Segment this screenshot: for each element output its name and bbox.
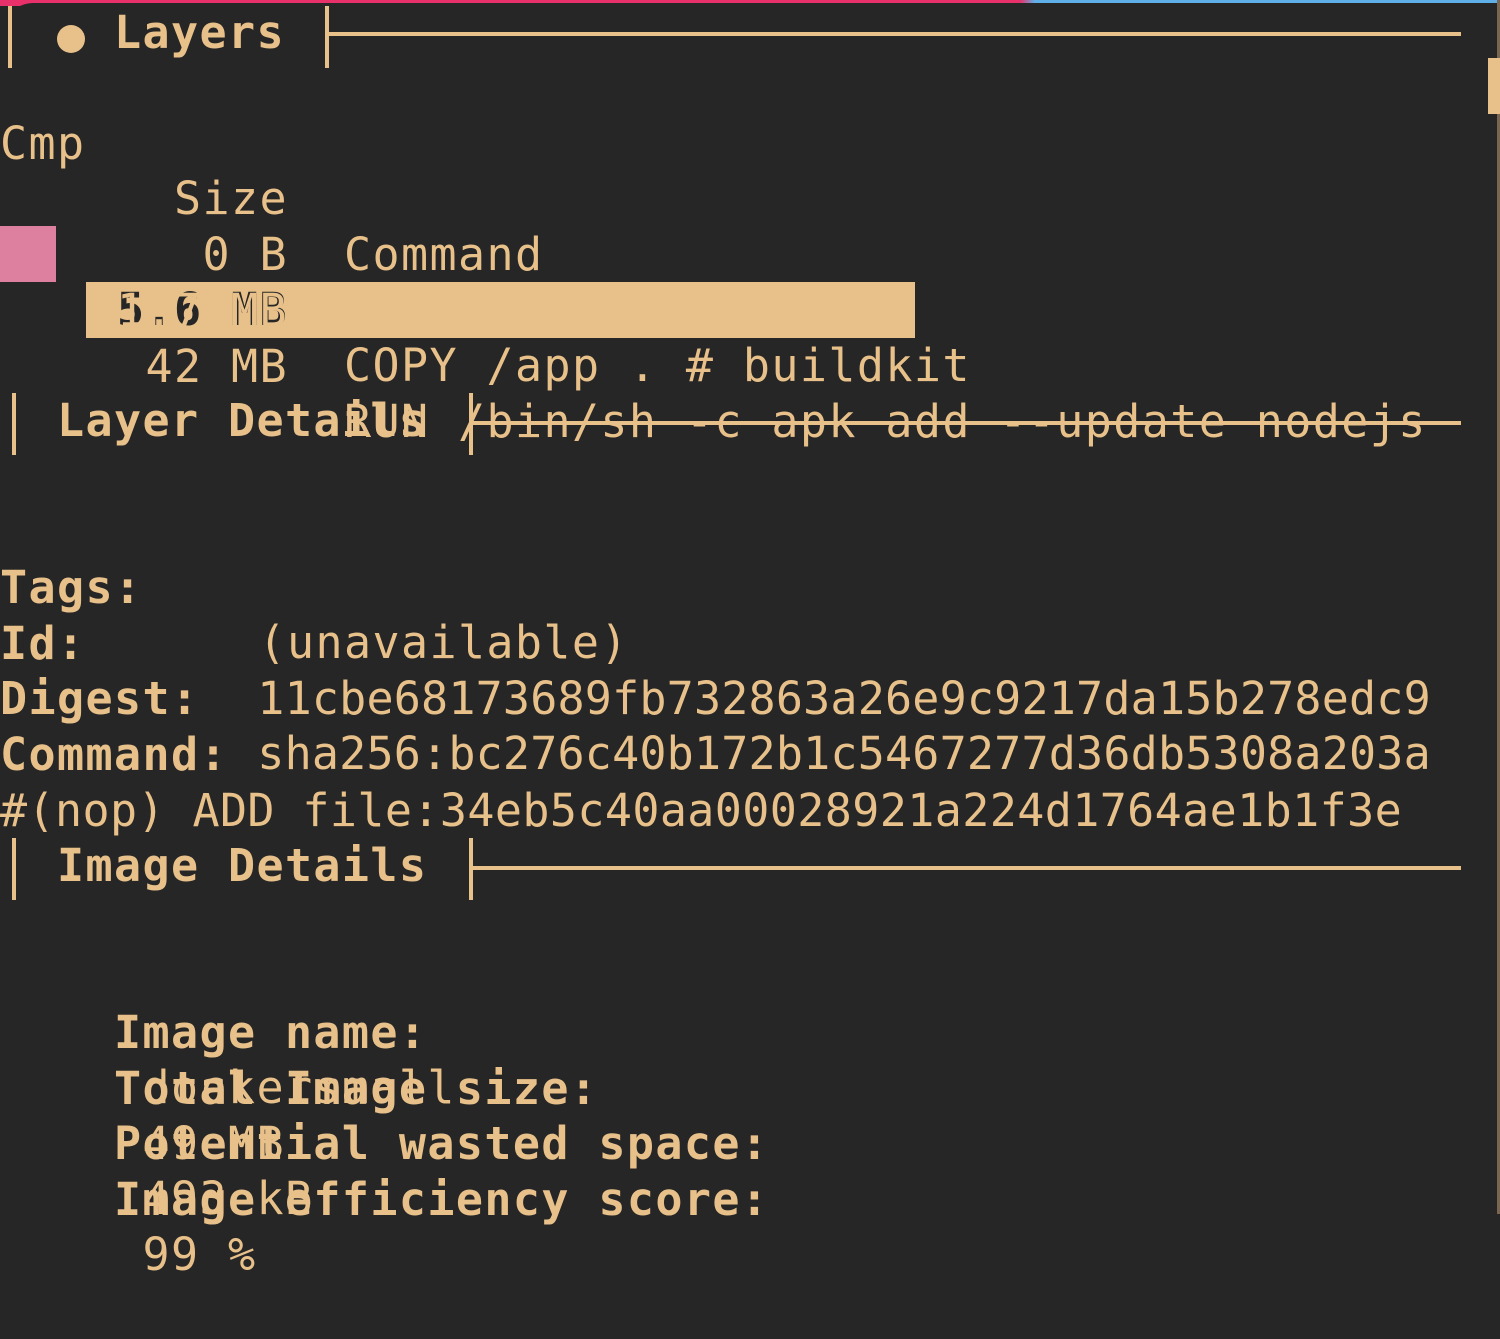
layer-command-line: #(nop) ADD file:34eb5c40aa00028921a224d1…: [0, 727, 1402, 837]
image-total-size: Total Image size: 49 MB: [0, 1005, 598, 1171]
layer-row[interactable]: 42 MB RUN /bin/sh -c apk add --update no…: [0, 283, 1462, 449]
header-left-bar: [12, 393, 16, 455]
layer-size: 42 MB: [145, 339, 288, 393]
tags-value: (unavailable): [230, 616, 629, 670]
image-details-header[interactable]: Image Details: [0, 838, 1462, 900]
image-name: Image name: dockersmall: [0, 949, 456, 1115]
digest-value[interactable]: sha256:bc276c40b172b1c5467277d36db5308a2…: [230, 726, 1431, 782]
image-details-title: Image Details: [57, 839, 428, 892]
efficiency-value: 99 %: [113, 1228, 257, 1282]
layer-command: COPY /app . # buildkit: [344, 339, 971, 393]
layer-command-label-line: Command:: [0, 671, 227, 781]
header-right-bar: [325, 6, 329, 68]
layers-column-headers: Cmp Size Command: [0, 60, 1462, 281]
image-efficiency: Image efficiency score: 99 %: [0, 1116, 769, 1282]
header-rule: [469, 421, 1461, 425]
image-wasted-space: Potential wasted space: 493 kB: [0, 1060, 769, 1226]
dive-terminal: Layers Cmp Size Command 5.6 MB FROM 11cb…: [0, 0, 1500, 1282]
id-value[interactable]: 11cbe68173689fb732863a26e9c9217da15b278e…: [230, 671, 1431, 727]
layer-details-header[interactable]: Layer Details: [0, 393, 1462, 455]
scrollbar-thumb[interactable]: [1488, 58, 1500, 114]
layer-row[interactable]: 0 B WORKDIR /app: [0, 171, 1462, 337]
layer-row-selected[interactable]: 5.6 MB FROM 11cbe68173689fb: [0, 115, 1462, 392]
layer-row[interactable]: 1.7 MB COPY /app . # buildkit: [0, 227, 1462, 393]
layer-tags: Tags: (unavailable): [0, 504, 628, 670]
layers-panel-title: Layers: [114, 6, 285, 59]
layer-details-title: Layer Details: [57, 394, 428, 447]
header-rule: [325, 32, 1461, 36]
layers-panel-header[interactable]: Layers: [0, 4, 1462, 68]
header-rule: [469, 866, 1461, 870]
layer-digest: Digest: sha256:bc276c40b172b1c5467277d36…: [0, 615, 1431, 781]
layer-id: Id: 11cbe68173689fb732863a26e9c9217da15b…: [0, 560, 1431, 726]
efficiency-label: Image efficiency score:: [113, 1172, 770, 1226]
header-left-bar: [12, 838, 16, 900]
dot-icon: [57, 25, 85, 53]
command-value[interactable]: #(nop) ADD file:34eb5c40aa00028921a224d1…: [0, 783, 1402, 839]
header-left-bar: [8, 6, 12, 68]
